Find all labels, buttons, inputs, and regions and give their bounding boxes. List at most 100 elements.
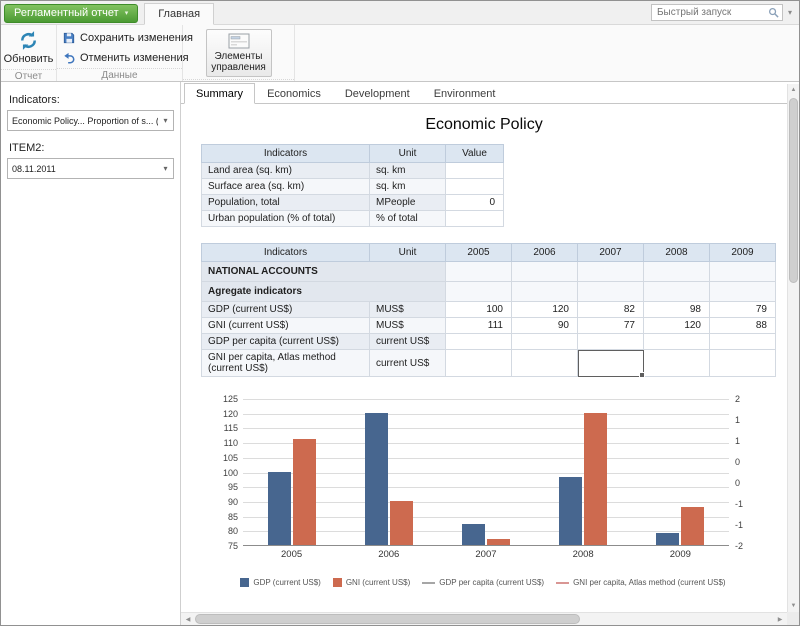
value-cell[interactable]: 90 (512, 318, 578, 334)
column-header: Unit (370, 244, 446, 262)
bar-group (267, 439, 317, 545)
value-cell[interactable] (446, 211, 504, 227)
vertical-scrollbar[interactable]: ▲ ▼ (787, 84, 799, 612)
indicator-cell[interactable]: Population, total (202, 195, 370, 211)
section-label[interactable]: NATIONAL ACCOUNTS (202, 262, 446, 282)
unit-cell[interactable]: sq. km (370, 163, 446, 179)
item2-dropdown[interactable]: 08.11.2011 ▾ (7, 158, 174, 179)
value-cell[interactable] (512, 262, 578, 282)
value-cell[interactable]: 0 (446, 195, 504, 211)
indicator-cell[interactable]: Urban population (% of total) (202, 211, 370, 227)
value-cell[interactable]: 82 (578, 302, 644, 318)
bar[interactable] (656, 533, 679, 545)
value-cell[interactable] (578, 350, 644, 377)
vertical-scroll-thumb[interactable] (789, 98, 798, 283)
unit-cell[interactable]: % of total (370, 211, 446, 227)
unit-cell[interactable]: MUS$ (370, 302, 446, 318)
value-cell[interactable]: 120 (512, 302, 578, 318)
column-header: 2009 (710, 244, 776, 262)
horizontal-scrollbar[interactable]: ◀ ▶ (181, 612, 787, 625)
unit-cell[interactable]: current US$ (370, 350, 446, 377)
value-cell[interactable] (512, 334, 578, 350)
bar-group (461, 524, 511, 545)
bar[interactable] (365, 413, 388, 545)
report-tab-development[interactable]: Development (333, 83, 422, 104)
item2-dropdown-value: 08.11.2011 (8, 164, 158, 174)
report-tab-environment[interactable]: Environment (422, 83, 508, 104)
scroll-down-button[interactable]: ▼ (788, 600, 799, 612)
search-input[interactable] (657, 7, 768, 18)
undo-changes-button[interactable]: Отменить изменения (60, 50, 192, 66)
indicator-cell[interactable]: GNI (current US$) (202, 318, 370, 334)
sidebar: Indicators: Economic Policy... Proportio… (1, 82, 181, 625)
value-cell[interactable] (578, 282, 644, 302)
bar[interactable] (293, 439, 316, 545)
bar[interactable] (559, 477, 582, 545)
value-cell[interactable]: 79 (710, 302, 776, 318)
value-cell[interactable]: 100 (446, 302, 512, 318)
value-cell[interactable] (512, 282, 578, 302)
indicators-dropdown[interactable]: Economic Policy... Proportion of s... (1… (7, 110, 174, 131)
refresh-icon (17, 29, 40, 52)
ribbon-options-chevron[interactable]: ▾ (788, 8, 792, 17)
report-menu-button[interactable]: Регламентный отчет ▾ (4, 4, 138, 23)
value-cell[interactable] (512, 350, 578, 377)
value-cell[interactable] (446, 262, 512, 282)
value-cell[interactable] (644, 282, 710, 302)
report-tab-summary[interactable]: Summary (184, 83, 255, 104)
y-axis-tick: 125 (223, 394, 238, 404)
value-cell[interactable] (446, 282, 512, 302)
save-changes-button[interactable]: Сохранить изменения (60, 30, 196, 46)
bar[interactable] (268, 472, 291, 546)
ribbon-group-tools: Элементы управления Инструменты и панели (183, 25, 295, 81)
horizontal-scroll-thumb[interactable] (195, 614, 580, 624)
bar[interactable] (584, 413, 607, 545)
bar[interactable] (487, 539, 510, 545)
unit-cell[interactable]: MPeople (370, 195, 446, 211)
value-cell[interactable]: 120 (644, 318, 710, 334)
indicator-cell[interactable]: Land area (sq. km) (202, 163, 370, 179)
bar[interactable] (390, 501, 413, 545)
value-cell[interactable] (578, 262, 644, 282)
indicator-cell[interactable]: GDP per capita (current US$) (202, 334, 370, 350)
scroll-up-button[interactable]: ▲ (788, 84, 799, 96)
refresh-button[interactable]: Обновить (0, 27, 57, 67)
bar[interactable] (462, 524, 485, 545)
value-cell[interactable] (710, 334, 776, 350)
scroll-right-button[interactable]: ▶ (773, 613, 787, 625)
scroll-left-button[interactable]: ◀ (181, 613, 195, 625)
report-tab-economics[interactable]: Economics (255, 83, 333, 104)
indicator-cell[interactable]: GDP (current US$) (202, 302, 370, 318)
value-cell[interactable]: 111 (446, 318, 512, 334)
unit-cell[interactable]: MUS$ (370, 318, 446, 334)
section-label[interactable]: Agregate indicators (202, 282, 446, 302)
x-axis-label: 2009 (670, 549, 691, 560)
value-cell[interactable] (644, 334, 710, 350)
value-cell[interactable] (710, 350, 776, 377)
ribbon-tab-home[interactable]: Главная (144, 3, 214, 25)
unit-cell[interactable]: current US$ (370, 334, 446, 350)
unit-cell[interactable]: sq. km (370, 179, 446, 195)
indicator-cell[interactable]: Surface area (sq. km) (202, 179, 370, 195)
value-cell[interactable] (446, 350, 512, 377)
report-area: SummaryEconomicsDevelopmentEnvironment E… (181, 82, 799, 625)
value-cell[interactable]: 77 (578, 318, 644, 334)
value-cell[interactable]: 98 (644, 302, 710, 318)
value-cell[interactable] (710, 262, 776, 282)
legend-swatch (240, 578, 249, 587)
value-cell[interactable] (446, 179, 504, 195)
indicator-cell[interactable]: GNI per capita, Atlas method (current US… (202, 350, 370, 377)
value-cell[interactable] (710, 282, 776, 302)
controls-button[interactable]: Элементы управления (206, 29, 272, 77)
bar[interactable] (681, 507, 704, 545)
indicators-label: Indicators: (9, 94, 172, 106)
value-cell[interactable] (578, 334, 644, 350)
value-cell[interactable] (644, 262, 710, 282)
y-axis-left: 1251201151101051009590858075 (209, 399, 243, 546)
value-cell[interactable] (644, 350, 710, 377)
horizontal-scroll-track[interactable] (195, 613, 773, 625)
value-cell[interactable]: 88 (710, 318, 776, 334)
value-cell[interactable] (446, 334, 512, 350)
value-cell[interactable] (446, 163, 504, 179)
undo-icon (63, 52, 75, 64)
